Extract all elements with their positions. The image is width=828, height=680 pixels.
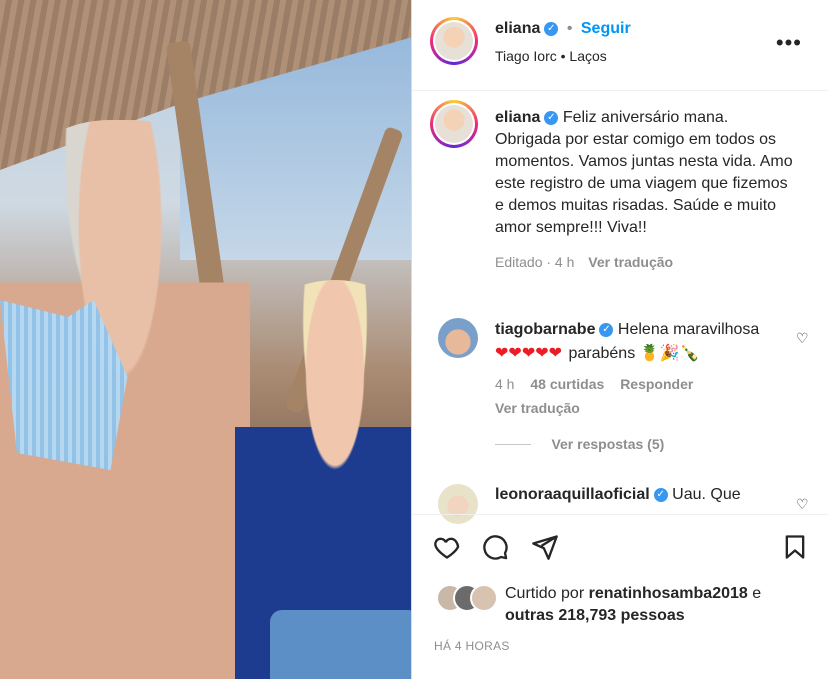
post-sidebar: eliana ✓ • Seguir Tiago Iorc • Laços ••• … xyxy=(411,0,828,679)
comment-avatar[interactable] xyxy=(438,318,478,358)
audio-subtitle[interactable]: Tiago Iorc • Laços xyxy=(495,48,607,64)
share-icon[interactable] xyxy=(530,533,560,563)
author-username[interactable]: eliana xyxy=(495,20,540,37)
comment-time: 4 h xyxy=(495,376,515,392)
comment-translate-link[interactable]: Ver tradução xyxy=(495,396,785,420)
author-avatar[interactable] xyxy=(430,17,478,65)
liked-by-user[interactable]: renatinhosamba2018 xyxy=(589,585,748,602)
comment-likes[interactable]: 48 curtidas xyxy=(530,376,604,392)
action-bar: Curtido por renatinhosamba2018 e outras … xyxy=(412,514,828,680)
verified-icon: ✓ xyxy=(653,487,668,502)
replies-divider xyxy=(495,444,531,446)
heart-icon[interactable] xyxy=(432,533,462,563)
likes-summary: Curtido por renatinhosamba2018 e outras … xyxy=(505,583,761,627)
caption-translate-link[interactable]: Ver tradução xyxy=(588,254,673,270)
caption-username[interactable]: eliana xyxy=(495,109,540,126)
liked-by-suffix: e xyxy=(752,585,762,602)
comment: tiagobarnabe ✓ Helena maravilhosa ❤❤❤❤❤ p… xyxy=(495,318,785,420)
comment-like-icon[interactable]: ♡ xyxy=(796,330,810,346)
comment-text: Helena maravilhosa xyxy=(617,321,760,338)
post-header: eliana ✓ • Seguir Tiago Iorc • Laços ••• xyxy=(412,0,828,91)
comment-icon[interactable] xyxy=(480,533,510,563)
likes-count[interactable]: outras 218,793 pessoas xyxy=(505,607,685,624)
view-replies-label[interactable]: Ver respostas (5) xyxy=(551,436,664,452)
view-replies[interactable]: Ver respostas (5) xyxy=(495,436,664,454)
post-timestamp[interactable]: HÁ 4 HORAS xyxy=(434,639,510,653)
photo-towel xyxy=(270,610,411,679)
bookmark-icon[interactable] xyxy=(780,533,810,563)
comment-username[interactable]: leonoraaquillaoficial xyxy=(495,486,650,503)
caption-edited: Editado · 4 h xyxy=(495,254,575,270)
reply-button[interactable]: Responder xyxy=(620,376,693,392)
post-photo[interactable] xyxy=(0,0,411,679)
verified-icon: ✓ xyxy=(544,21,559,36)
comment-text-2: parabéns xyxy=(568,345,636,362)
verified-icon: ✓ xyxy=(544,110,559,125)
caption-avatar[interactable] xyxy=(430,100,478,148)
verified-icon: ✓ xyxy=(599,322,614,337)
liked-avatar xyxy=(470,584,498,612)
comment-text: Uau. Que xyxy=(672,486,741,503)
header-dot: • xyxy=(566,20,573,37)
follow-button[interactable]: Seguir xyxy=(581,20,631,37)
comment-like-icon[interactable]: ♡ xyxy=(796,496,810,512)
liked-by-prefix: Curtido por xyxy=(505,585,585,602)
caption: eliana ✓ Feliz aniversário mana. Obrigada… xyxy=(495,107,795,273)
comment-emoji: 🍍🎉🍾 xyxy=(639,345,700,362)
caption-text: Feliz aniversário mana. Obrigada por est… xyxy=(495,109,793,236)
post-container: eliana ✓ • Seguir Tiago Iorc • Laços ••• … xyxy=(0,0,828,679)
comment: leonoraaquillaoficial ✓ Uau. Que xyxy=(495,486,741,512)
more-icon[interactable]: ••• xyxy=(776,30,802,56)
comment-username[interactable]: tiagobarnabe xyxy=(495,321,595,338)
comment-hearts: ❤❤❤❤❤ xyxy=(495,345,563,362)
